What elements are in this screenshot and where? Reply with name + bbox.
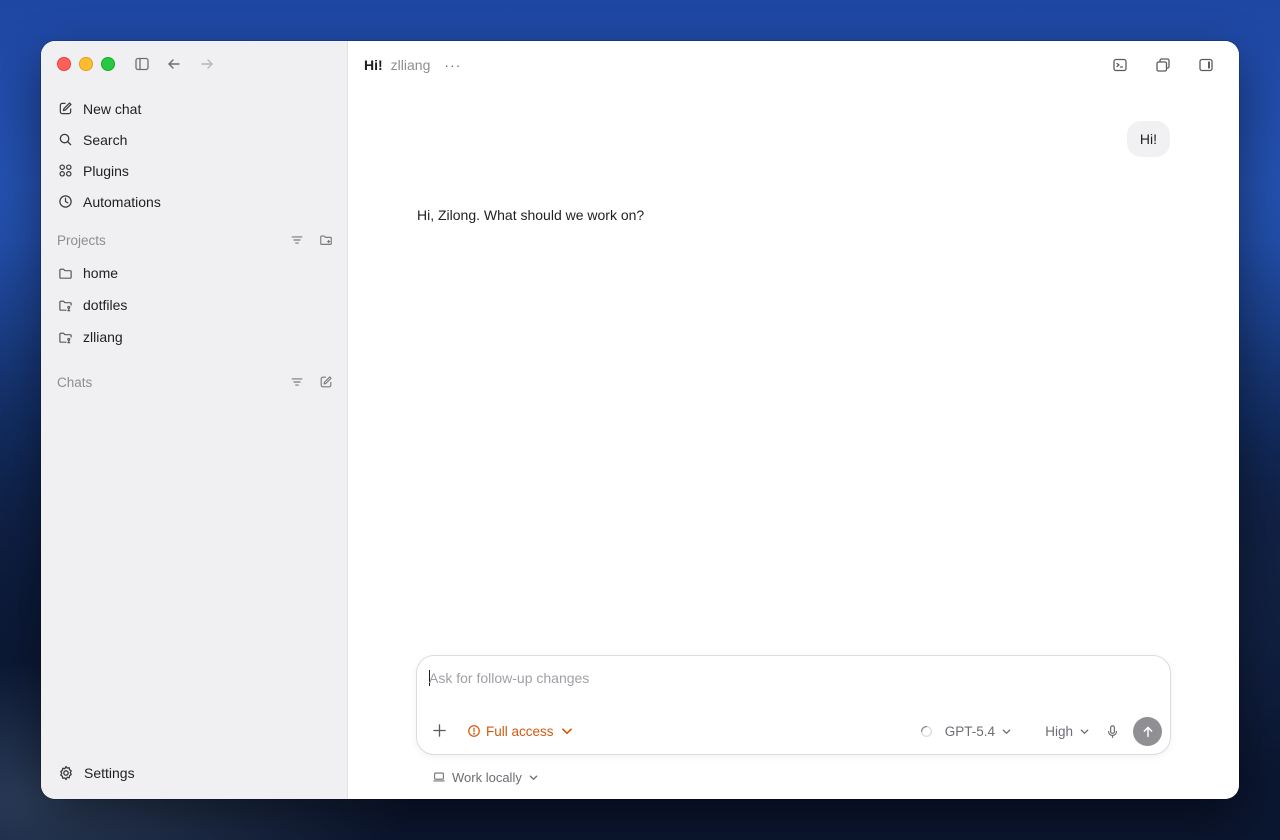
chevron-down-icon xyxy=(1002,728,1011,734)
sidebar-toggle-icon[interactable] xyxy=(133,55,151,73)
microphone-icon[interactable] xyxy=(1104,722,1120,740)
window-controls xyxy=(57,57,115,71)
close-window-button[interactable] xyxy=(57,57,71,71)
filter-icon[interactable] xyxy=(289,233,304,248)
gear-icon xyxy=(57,764,75,782)
forward-arrow-icon[interactable] xyxy=(198,55,216,73)
effort-label: High xyxy=(1045,723,1073,739)
chats-heading: Chats xyxy=(57,374,93,390)
access-label: Full access xyxy=(486,723,554,739)
folder-git-icon xyxy=(57,297,73,313)
plugins-icon xyxy=(57,163,73,179)
back-arrow-icon[interactable] xyxy=(165,55,183,73)
projects-section-header: Projects xyxy=(57,230,333,250)
project-item-zlliang[interactable]: zlliang xyxy=(49,321,339,353)
search-icon xyxy=(57,132,73,148)
chat-header: Hi! zlliang ··· xyxy=(348,41,1239,89)
automations-button[interactable]: Automations xyxy=(49,186,339,217)
sidebar: New chat Search Plugins Automations Proj… xyxy=(41,41,348,799)
add-folder-icon[interactable] xyxy=(318,233,333,248)
clock-icon xyxy=(57,194,73,210)
reasoning-effort-dropdown[interactable]: High xyxy=(1045,722,1090,740)
chevron-down-icon xyxy=(1080,728,1089,734)
laptop-icon xyxy=(432,770,446,784)
chats-section-header: Chats xyxy=(57,372,333,392)
app-window: New chat Search Plugins Automations Proj… xyxy=(41,41,1239,799)
warning-icon xyxy=(468,725,480,737)
filter-icon[interactable] xyxy=(289,375,304,390)
nav-label: Search xyxy=(83,131,128,148)
loading-spinner-icon xyxy=(920,725,932,737)
folder-icon xyxy=(57,265,73,281)
project-item-dotfiles[interactable]: dotfiles xyxy=(49,289,339,321)
new-chat-button[interactable]: New chat xyxy=(49,93,339,124)
projects-list: home dotfiles zlliang xyxy=(49,257,339,353)
chevron-down-icon xyxy=(529,774,538,780)
assistant-message: Hi, Zilong. What should we work on? xyxy=(417,207,645,223)
right-panel-toggle-icon[interactable] xyxy=(1196,55,1215,74)
nav-label: New chat xyxy=(83,100,142,117)
new-chat-icon[interactable] xyxy=(318,375,333,390)
search-button[interactable]: Search xyxy=(49,124,339,155)
terminal-icon[interactable] xyxy=(1110,55,1129,74)
plugins-button[interactable]: Plugins xyxy=(49,155,339,186)
model-dropdown[interactable]: GPT-5.4 xyxy=(920,722,1012,740)
project-item-home[interactable]: home xyxy=(49,257,339,289)
project-label: zlliang xyxy=(83,329,123,345)
nav-label: Plugins xyxy=(83,162,129,179)
model-label: GPT-5.4 xyxy=(944,723,995,739)
header-actions xyxy=(1110,55,1215,74)
access-level-dropdown[interactable]: Full access xyxy=(467,722,574,740)
folder-git-icon xyxy=(57,329,73,345)
chat-title: Hi! xyxy=(364,57,383,73)
composer: Full access GPT-5.4 High xyxy=(416,655,1171,755)
chevron-down-icon xyxy=(561,728,572,735)
settings-label: Settings xyxy=(84,765,135,781)
add-attachment-icon[interactable] xyxy=(431,722,447,738)
zoom-window-button[interactable] xyxy=(101,57,115,71)
chat-project[interactable]: zlliang xyxy=(391,57,431,73)
sidebar-nav: New chat Search Plugins Automations xyxy=(49,93,339,217)
edit-icon xyxy=(57,101,73,117)
project-label: dotfiles xyxy=(83,297,128,313)
work-location-dropdown[interactable]: Work locally xyxy=(432,768,539,786)
chat-main: Hi! zlliang ··· Hi! Hi, Zilong. What sho… xyxy=(348,41,1239,799)
nav-label: Automations xyxy=(83,193,161,210)
project-label: home xyxy=(83,265,119,281)
message-input[interactable] xyxy=(429,668,1129,688)
user-message: Hi! xyxy=(1126,121,1170,157)
minimize-window-button[interactable] xyxy=(79,57,93,71)
more-options-icon[interactable]: ··· xyxy=(444,57,461,73)
arrow-up-icon xyxy=(1143,726,1152,737)
windows-icon[interactable] xyxy=(1153,55,1172,74)
work-location-label: Work locally xyxy=(452,769,522,785)
send-button[interactable] xyxy=(1133,717,1162,746)
projects-heading: Projects xyxy=(57,232,106,248)
settings-button[interactable]: Settings xyxy=(57,761,135,785)
